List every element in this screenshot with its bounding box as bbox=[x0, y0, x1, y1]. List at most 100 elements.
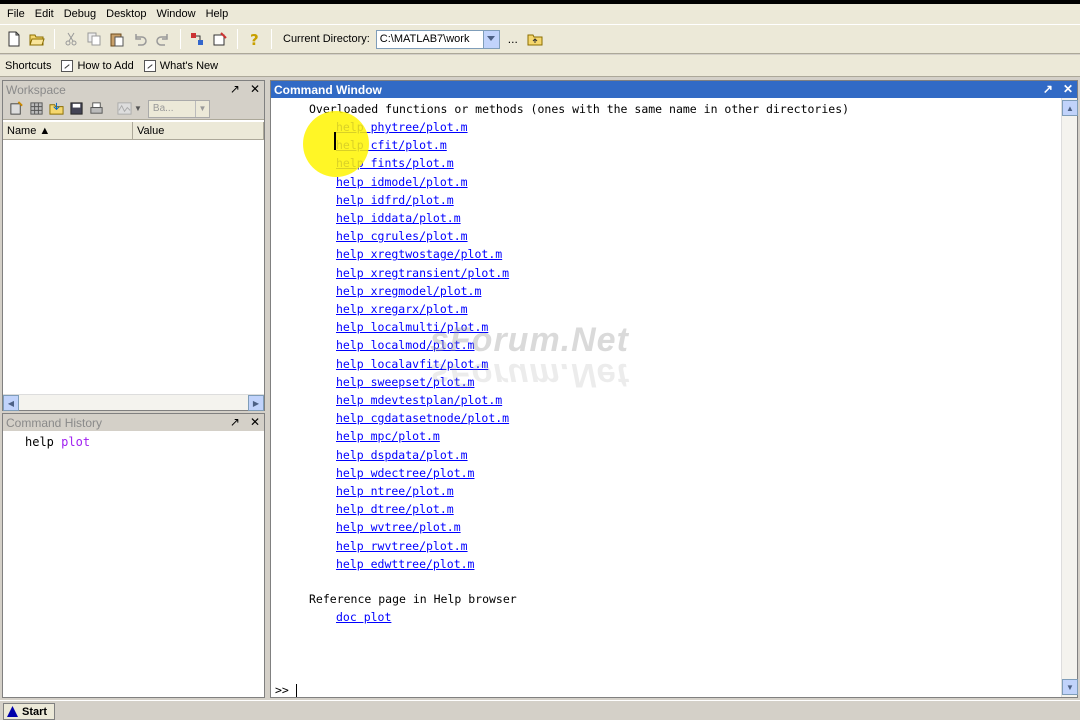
command-window-vertical-scrollbar[interactable]: ▲ ▼ bbox=[1061, 98, 1078, 697]
command-output[interactable]: Overloaded functions or methods (ones wi… bbox=[271, 98, 1061, 697]
import-icon bbox=[48, 102, 64, 115]
new-variable-icon bbox=[9, 101, 23, 115]
how-to-add-label: How to Add bbox=[77, 59, 134, 72]
copy-button[interactable] bbox=[83, 28, 105, 50]
help-link[interactable]: help iddata/plot.m bbox=[336, 210, 461, 226]
new-file-button[interactable] bbox=[3, 28, 25, 50]
command-history-panel: Command History ↗ ✕ help plot bbox=[2, 413, 265, 698]
current-directory-select[interactable]: C:\MATLAB7\work bbox=[375, 29, 500, 49]
help-link[interactable]: help xregtransient/plot.m bbox=[336, 265, 509, 281]
browse-button[interactable]: ... bbox=[508, 32, 518, 46]
scroll-right-icon[interactable]: ▶ bbox=[248, 395, 264, 411]
help-link[interactable]: help mdevtestplan/plot.m bbox=[336, 392, 502, 408]
command-history-title-bar: Command History ↗ ✕ bbox=[3, 414, 264, 431]
command-prompt[interactable]: >> bbox=[275, 682, 297, 697]
help-link[interactable]: help mpc/plot.m bbox=[336, 428, 440, 444]
help-link[interactable]: help idmodel/plot.m bbox=[336, 174, 468, 190]
save-workspace-button[interactable] bbox=[66, 100, 86, 118]
whats-new-link[interactable]: What's New bbox=[143, 59, 218, 72]
history-entry[interactable]: help plot bbox=[25, 435, 264, 449]
simulink-button[interactable] bbox=[186, 28, 208, 50]
paste-button[interactable] bbox=[106, 28, 128, 50]
guide-icon bbox=[213, 32, 227, 46]
how-to-add-link[interactable]: How to Add bbox=[61, 59, 134, 72]
column-header-value[interactable]: Value bbox=[133, 122, 264, 139]
copy-icon bbox=[87, 32, 101, 46]
close-icon[interactable]: ✕ bbox=[250, 414, 260, 431]
shortcuts-bar: Shortcuts How to Add What's New bbox=[0, 55, 1080, 77]
chevron-down-icon: ▼ bbox=[194, 100, 209, 117]
workspace-table-header: Name ▲ Value bbox=[3, 122, 264, 140]
menu-edit[interactable]: Edit bbox=[30, 4, 59, 24]
command-window-title: Command Window bbox=[274, 82, 382, 97]
help-link[interactable]: help localavfit/plot.m bbox=[336, 356, 488, 372]
close-icon[interactable]: ✕ bbox=[1063, 81, 1073, 98]
chevron-down-icon[interactable] bbox=[482, 30, 499, 48]
menu-help[interactable]: Help bbox=[201, 4, 234, 24]
overloaded-header: Overloaded functions or methods (ones wi… bbox=[309, 102, 850, 116]
help-link[interactable]: help dspdata/plot.m bbox=[336, 447, 468, 463]
scroll-up-icon[interactable]: ▲ bbox=[1062, 100, 1078, 116]
help-button[interactable]: ? bbox=[243, 28, 265, 50]
redo-button[interactable] bbox=[152, 28, 174, 50]
scroll-left-icon[interactable]: ◀ bbox=[3, 395, 19, 411]
new-file-icon bbox=[8, 31, 20, 47]
input-caret bbox=[295, 683, 297, 697]
column-header-name[interactable]: Name ▲ bbox=[3, 122, 133, 139]
paste-icon bbox=[110, 33, 124, 47]
menu-debug[interactable]: Debug bbox=[59, 4, 101, 24]
shortcuts-label[interactable]: Shortcuts bbox=[5, 60, 51, 72]
guide-button[interactable] bbox=[209, 28, 231, 50]
cut-button[interactable] bbox=[60, 28, 82, 50]
workspace-panel: Workspace ↗ ✕ ▼ Ba... ▼ Name ▲ Value ◀ ▶ bbox=[2, 80, 265, 411]
menu-file[interactable]: File bbox=[2, 4, 30, 24]
new-variable-button[interactable] bbox=[6, 100, 26, 118]
open-file-button[interactable] bbox=[26, 28, 48, 50]
help-link[interactable]: help localmod/plot.m bbox=[336, 337, 474, 353]
help-link[interactable]: help cgrules/plot.m bbox=[336, 228, 468, 244]
help-link[interactable]: help xregmodel/plot.m bbox=[336, 283, 481, 299]
help-link[interactable]: help ntree/plot.m bbox=[336, 483, 454, 499]
help-link[interactable]: help rwvtree/plot.m bbox=[336, 538, 468, 554]
undock-icon[interactable]: ↗ bbox=[230, 81, 240, 98]
folder-up-icon bbox=[527, 34, 543, 46]
menu-window[interactable]: Window bbox=[151, 4, 200, 24]
undock-icon[interactable]: ↗ bbox=[230, 414, 240, 431]
print-button[interactable] bbox=[86, 100, 106, 118]
help-link[interactable]: help localmulti/plot.m bbox=[336, 319, 488, 335]
help-link[interactable]: help sweepset/plot.m bbox=[336, 374, 474, 390]
help-link[interactable]: help xregarx/plot.m bbox=[336, 301, 468, 317]
help-link[interactable]: help cgdatasetnode/plot.m bbox=[336, 410, 509, 426]
status-bar: Start bbox=[0, 700, 1080, 720]
up-directory-button[interactable] bbox=[524, 28, 546, 50]
command-history-title: Command History bbox=[6, 415, 103, 430]
close-icon[interactable]: ✕ bbox=[250, 81, 260, 98]
start-button[interactable]: Start bbox=[3, 703, 55, 720]
history-entry-command: help bbox=[25, 435, 54, 449]
main-toolbar: ? Current Directory: C:\MATLAB7\work ... bbox=[0, 24, 1080, 54]
help-link[interactable]: help idfrd/plot.m bbox=[336, 192, 454, 208]
help-question-icon: ? bbox=[250, 31, 259, 47]
workspace-stack-select[interactable]: Ba... ▼ bbox=[147, 99, 210, 118]
text-cursor-icon bbox=[334, 132, 336, 150]
plot-dropdown-icon[interactable]: ▼ bbox=[134, 104, 142, 113]
cursor-highlight bbox=[303, 111, 369, 177]
undo-button[interactable] bbox=[129, 28, 151, 50]
command-window-title-bar: Command Window ↗ ✕ bbox=[271, 81, 1077, 98]
import-data-button[interactable] bbox=[46, 100, 66, 118]
shortcut-icon bbox=[61, 59, 74, 72]
undo-icon bbox=[135, 34, 147, 46]
history-list: help plot bbox=[3, 431, 264, 449]
help-link[interactable]: help dtree/plot.m bbox=[336, 501, 454, 517]
doc-plot-link[interactable]: doc plot bbox=[336, 609, 391, 625]
undock-icon[interactable]: ↗ bbox=[1043, 81, 1053, 98]
scroll-down-icon[interactable]: ▼ bbox=[1062, 679, 1078, 695]
help-link[interactable]: help xregtwostage/plot.m bbox=[336, 246, 502, 262]
help-link[interactable]: help edwttree/plot.m bbox=[336, 556, 474, 572]
workspace-horizontal-scrollbar[interactable]: ◀ ▶ bbox=[3, 394, 264, 411]
help-link[interactable]: help wdectree/plot.m bbox=[336, 465, 474, 481]
open-variable-button[interactable] bbox=[26, 100, 46, 118]
plot-button[interactable] bbox=[114, 100, 134, 118]
menu-desktop[interactable]: Desktop bbox=[101, 4, 151, 24]
help-link[interactable]: help wvtree/plot.m bbox=[336, 519, 461, 535]
